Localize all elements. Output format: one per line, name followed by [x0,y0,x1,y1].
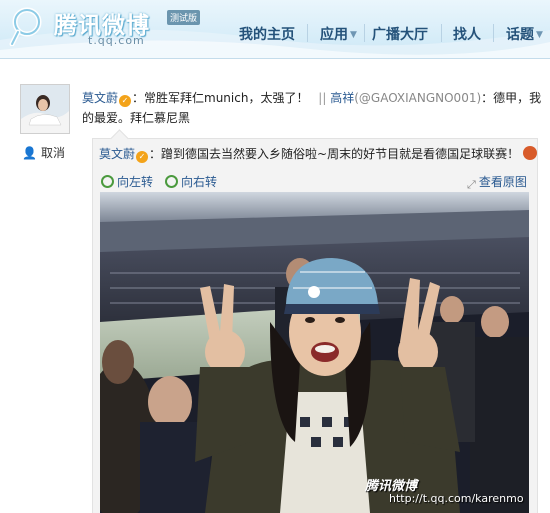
forward-author-link[interactable]: 高祥 [330,91,354,105]
nav-broadcast-hall[interactable]: 广播大厅 [372,24,428,44]
user-icon: 👤 [22,146,37,160]
rotate-left-button[interactable]: 向左转 [101,173,153,190]
quoted-text: 莫文蔚 ✓ ：蹭到德国去当然要入乡随俗啦~周末的好节目就是看德国足球联赛！ [99,145,538,163]
avatar[interactable] [20,84,70,134]
chevron-down-icon: ▼ [350,30,357,40]
unlisten-button[interactable]: 👤 取消 [22,144,65,161]
rotate-left-icon [101,175,114,188]
nav-apps[interactable]: 应用 ▼ [320,24,357,44]
nav-find-people[interactable]: 找人 [453,24,481,44]
expand-icon: ⤢ [467,178,476,191]
logo-url: t.qq.com [88,34,145,47]
nav-separator [493,24,494,42]
nav-my-home[interactable]: 我的主页 [239,24,295,44]
quoted-body: ：蹭到德国去当然要入乡随俗啦~周末的好节目就是看德国足球联赛！ [149,147,520,161]
chevron-down-icon: ▼ [536,30,543,40]
nav-label: 广播大厅 [372,27,428,43]
nav-separator [307,24,308,42]
nav-label: 找人 [453,27,481,43]
nav-separator [364,24,365,42]
rotate-right-icon [165,175,178,188]
unlisten-label: 取消 [40,146,65,160]
post-body: 莫文蔚 ✓ ：常胜军拜仁munich，太强了！ || 高祥(@GAOXIANGNO0… [82,88,542,128]
beta-badge: 测试版 [167,10,201,25]
quoted-post: 莫文蔚 ✓ ：蹭到德国去当然要入乡随俗啦~周末的好节目就是看德国足球联赛！ 向左转 … [92,129,538,513]
post-photo[interactable] [100,192,529,513]
post-author-link[interactable]: 莫文蔚 [82,91,118,105]
nav-label: 话题 [506,27,534,43]
rotate-right-label: 向右转 [181,175,218,189]
stadium-photo [100,192,529,513]
nav-topics[interactable]: 话题 ▼ [506,24,543,44]
nav-separator [441,24,442,42]
emoticon-icon [523,146,538,160]
view-original-button[interactable]: ⤢ 查看原图 [467,173,527,192]
top-header: 腾讯微博 测试版 t.qq.com 我的主页 应用 ▼ 广播大厅 找人 话题 ▼ [0,0,550,59]
view-original-label: 查看原图 [478,175,527,189]
rotate-left-label: 向左转 [117,175,154,189]
verified-badge-icon: ✓ [119,95,132,107]
forward-separator: || [318,91,327,105]
forward-handle: (@GAOXIANGNO001) [354,91,482,105]
watermark-url: http://t.qq.com/karenmo [389,492,524,505]
rotate-right-button[interactable]: 向右转 [165,173,217,190]
nav-label: 应用 [320,27,348,43]
post-text: ：常胜军拜仁munich，太强了！ [132,91,309,105]
nav-label: 我的主页 [239,27,295,43]
avatar-image [21,85,69,133]
tencent-weibo-logo-icon[interactable] [6,4,48,46]
quoted-author-link[interactable]: 莫文蔚 [99,147,135,161]
verified-badge-icon: ✓ [136,151,149,163]
